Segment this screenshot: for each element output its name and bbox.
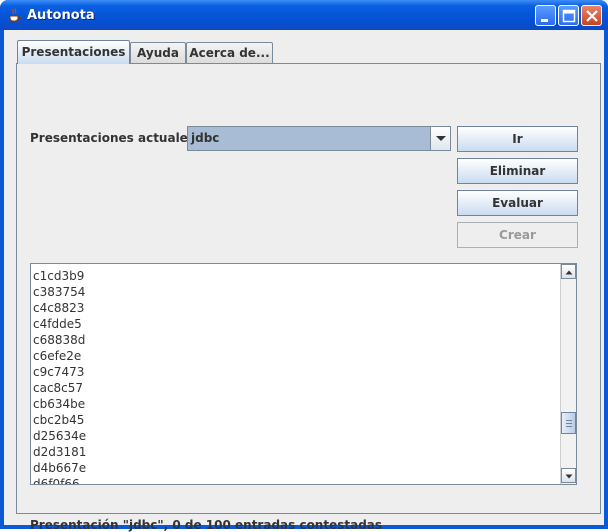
list-item[interactable]: c68838d bbox=[33, 332, 558, 348]
list-item[interactable]: c6efe2e bbox=[33, 348, 558, 364]
java-cup-icon bbox=[9, 8, 22, 23]
list-item[interactable]: d4b667e bbox=[33, 460, 558, 476]
window-title: Autonota bbox=[27, 8, 95, 23]
list-item[interactable]: c9c7473 bbox=[33, 364, 558, 380]
list-item[interactable]: c4c8823 bbox=[33, 300, 558, 316]
list-item[interactable]: c1cd3b9 bbox=[33, 268, 558, 284]
entries-list-items: c1cd3b9 c383754 c4c8823 c4fdde5 c68838d … bbox=[33, 268, 558, 484]
close-icon bbox=[586, 10, 598, 22]
maximize-button[interactable] bbox=[558, 5, 579, 26]
app-window: Autonota Presentaciones Ayuda Acerca de.… bbox=[0, 0, 608, 532]
list-item[interactable]: d25634e bbox=[33, 428, 558, 444]
list-item[interactable]: c4fdde5 bbox=[33, 316, 558, 332]
ir-button[interactable]: Ir bbox=[457, 126, 578, 152]
presentaciones-panel: Presentaciones actuales: jdbc Ir Elimina… bbox=[16, 63, 601, 532]
chevron-down-icon bbox=[565, 474, 573, 479]
presentaciones-actuales-label: Presentaciones actuales: bbox=[30, 131, 200, 145]
minimize-button[interactable] bbox=[535, 5, 556, 26]
chevron-down-icon bbox=[436, 136, 446, 141]
evaluar-button[interactable]: Evaluar bbox=[457, 190, 578, 216]
eliminar-button[interactable]: Eliminar bbox=[457, 158, 578, 184]
close-button[interactable] bbox=[581, 5, 602, 26]
crear-button[interactable]: Crear bbox=[457, 222, 578, 248]
vertical-scrollbar[interactable] bbox=[560, 264, 576, 484]
tab-ayuda[interactable]: Ayuda bbox=[130, 42, 186, 63]
list-item[interactable]: d2d3181 bbox=[33, 444, 558, 460]
presentation-selected-value: jdbc bbox=[191, 131, 220, 145]
scroll-down-button[interactable] bbox=[561, 468, 576, 483]
scroll-thumb[interactable] bbox=[561, 412, 576, 434]
maximize-icon bbox=[562, 9, 576, 23]
chevron-up-icon bbox=[565, 270, 573, 275]
tab-presentaciones[interactable]: Presentaciones bbox=[17, 40, 130, 64]
status-text: Presentación "jdbc", 0 de 100 entradas c… bbox=[30, 518, 383, 532]
list-item[interactable]: cbc2b45 bbox=[33, 412, 558, 428]
minimize-icon bbox=[541, 19, 548, 22]
list-item[interactable]: d6f0f66 bbox=[33, 476, 558, 484]
list-item[interactable]: cac8c57 bbox=[33, 380, 558, 396]
combo-dropdown-button[interactable] bbox=[430, 127, 450, 150]
entries-list[interactable]: c1cd3b9 c383754 c4c8823 c4fdde5 c68838d … bbox=[30, 263, 577, 485]
window-client-area: Presentaciones Ayuda Acerca de... Presen… bbox=[4, 30, 604, 532]
title-bar[interactable]: Autonota bbox=[0, 0, 608, 30]
presentation-select[interactable]: jdbc bbox=[187, 126, 451, 151]
list-item[interactable]: cb634be bbox=[33, 396, 558, 412]
tab-acerca-de[interactable]: Acerca de... bbox=[186, 42, 273, 63]
scroll-up-button[interactable] bbox=[561, 264, 576, 279]
list-item[interactable]: c383754 bbox=[33, 284, 558, 300]
